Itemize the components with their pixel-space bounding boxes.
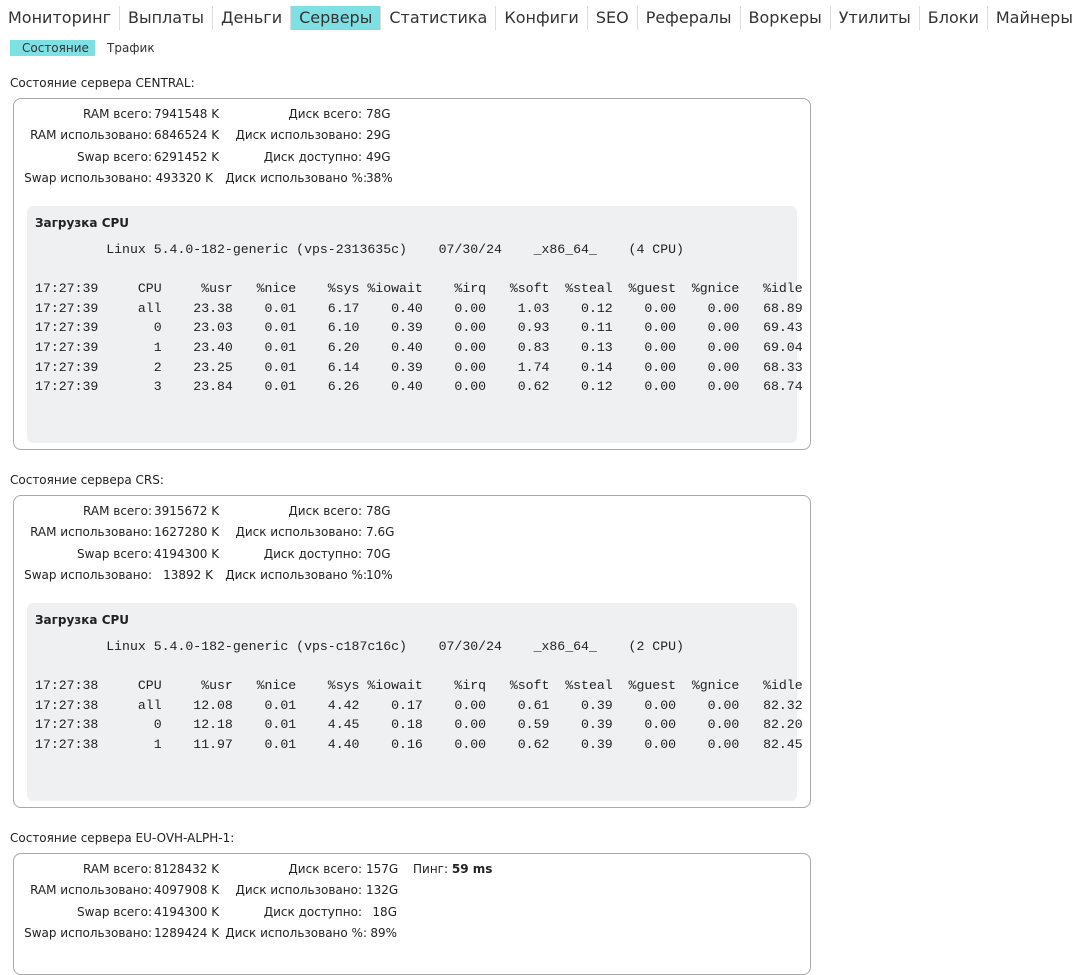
stat-label: Диск использовано %: xyxy=(225,171,367,185)
stat-label: Диск всего: xyxy=(288,504,362,518)
stat-value: 29G xyxy=(366,128,391,142)
stat-value: 3915672 K xyxy=(154,504,220,518)
subtab-traffic[interactable]: Трафик xyxy=(95,40,167,56)
stat-value: 1289424 K xyxy=(154,926,220,940)
stat-value: 10% xyxy=(366,568,393,582)
stat-label: RAM использовано: xyxy=(30,128,152,142)
stat-value: 70G xyxy=(366,547,391,561)
ping-label-text: Пинг: xyxy=(413,862,449,876)
stat-value: 6846524 K xyxy=(154,128,220,142)
stat-value: 4097908 K xyxy=(154,883,220,897)
stat-value: 4194300 K xyxy=(154,547,220,561)
stat-label: Диск использовано: xyxy=(235,128,362,142)
nav-tab-monitoring[interactable]: Мониторинг xyxy=(0,6,120,30)
stat-label: Swap всего: xyxy=(77,547,152,561)
server-card: RAM всего: 8128432 K Диск всего: 157G Пи… xyxy=(13,853,811,975)
nav-tab-blocks[interactable]: Блоки xyxy=(920,6,988,30)
stat-value: 78G xyxy=(366,107,391,121)
server-stats: RAM всего: 3915672 K Диск всего: 78G RAM… xyxy=(14,501,414,589)
nav-tab-workers[interactable]: Воркеры xyxy=(741,6,831,30)
server-title: Состояние сервера CENTRAL: xyxy=(10,76,195,90)
nav-tab-servers[interactable]: Серверы xyxy=(291,6,382,30)
server-card: RAM всего: 7941548 K Диск всего: 78G RAM… xyxy=(13,98,811,450)
ping-label: Пинг: 59 ms xyxy=(413,859,492,880)
stat-value: 8128432 K xyxy=(154,862,220,876)
stat-label: Диск доступно: xyxy=(263,547,362,561)
stat-label: Swap использовано: xyxy=(24,568,152,582)
nav-tab-payouts[interactable]: Выплаты xyxy=(120,6,214,30)
main-nav: Мониторинг Выплаты Деньги Серверы Статис… xyxy=(0,6,1072,30)
nav-tab-configs[interactable]: Конфиги xyxy=(496,6,588,30)
stat-label: RAM использовано: xyxy=(30,883,152,897)
cpu-load-panel: Загрузка CPU Linux 5.4.0-182-generic (vp… xyxy=(27,603,803,801)
stat-label: Диск доступно: xyxy=(263,905,362,919)
subtab-state[interactable]: Состояние xyxy=(10,40,95,56)
stat-value: 78G xyxy=(366,504,391,518)
nav-tab-miners[interactable]: Майнеры xyxy=(988,6,1072,30)
stat-label: Диск использовано: xyxy=(235,883,362,897)
stat-value: 493320 K xyxy=(155,171,214,185)
stat-value: 7.6G xyxy=(366,525,395,539)
server-stats: RAM всего: 8128432 K Диск всего: 157G Пи… xyxy=(14,859,514,947)
stat-value: 6291452 K xyxy=(154,150,220,164)
nav-tab-referrals[interactable]: Рефералы xyxy=(638,6,741,30)
stat-value: 132G xyxy=(366,883,399,897)
stat-label: Swap всего: xyxy=(77,905,152,919)
cpu-load-title: Загрузка CPU xyxy=(35,613,130,627)
nav-tab-money[interactable]: Деньги xyxy=(213,6,292,30)
stat-value: 89% xyxy=(370,926,397,940)
server-stats: RAM всего: 7941548 K Диск всего: 78G RAM… xyxy=(14,104,414,192)
stat-value: 4194300 K xyxy=(154,905,220,919)
cpu-stats-output: Linux 5.4.0-182-generic (vps-c187c16c) 0… xyxy=(35,639,803,752)
stat-label: Диск всего: xyxy=(288,107,362,121)
server-title: Состояние сервера EU-OVH-ALPH-1: xyxy=(10,831,235,845)
stat-label: Swap использовано: xyxy=(24,926,152,940)
sub-nav: Состояние Трафик xyxy=(10,40,167,56)
stat-value: 7941548 K xyxy=(154,107,220,121)
stat-label: Диск использовано %: xyxy=(225,568,367,582)
stat-value: 18G xyxy=(372,905,397,919)
stat-label: Swap всего: xyxy=(77,150,152,164)
stat-label: Диск использовано: xyxy=(235,525,362,539)
stat-label: RAM всего: xyxy=(83,107,152,121)
nav-tab-utilities[interactable]: Утилиты xyxy=(831,6,920,30)
nav-tab-statistics[interactable]: Статистика xyxy=(381,6,497,30)
stat-label: RAM всего: xyxy=(83,862,152,876)
server-title: Состояние сервера CRS: xyxy=(10,473,164,487)
nav-tab-seo[interactable]: SEO xyxy=(588,6,638,30)
stat-label: RAM использовано: xyxy=(30,525,152,539)
cpu-load-panel: Загрузка CPU Linux 5.4.0-182-generic (vp… xyxy=(27,206,803,443)
stat-value: 49G xyxy=(366,150,391,164)
stat-label: Диск всего: xyxy=(288,862,362,876)
stat-label: Диск использовано %: xyxy=(225,926,367,940)
server-card: RAM всего: 3915672 K Диск всего: 78G RAM… xyxy=(13,495,811,808)
stat-value: 157G xyxy=(366,862,399,876)
cpu-stats-output: Linux 5.4.0-182-generic (vps-2313635c) 0… xyxy=(35,242,803,395)
cpu-load-title: Загрузка CPU xyxy=(35,216,130,230)
stat-value: 38% xyxy=(366,171,393,185)
stat-label: Диск доступно: xyxy=(263,150,362,164)
stat-label: RAM всего: xyxy=(83,504,152,518)
stat-value: 13892 K xyxy=(163,568,213,582)
stat-value: 1627280 K xyxy=(154,525,220,539)
ping-value: 59 ms xyxy=(451,862,493,876)
stat-label: Swap использовано: xyxy=(24,171,152,185)
